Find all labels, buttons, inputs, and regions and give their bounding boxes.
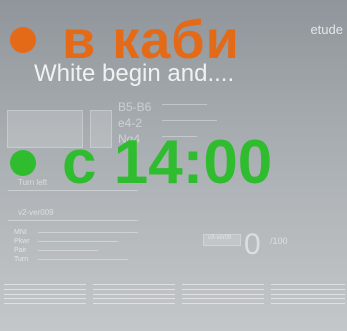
field-bar [38, 241, 118, 242]
field-bar [38, 250, 98, 251]
overlay-text-1: в каби [62, 10, 240, 70]
etude-label: etude [310, 22, 343, 37]
footer-columns [0, 284, 347, 304]
bullet-icon [10, 27, 36, 53]
score-value: 0 [244, 228, 261, 261]
score-max: /100 [270, 236, 288, 246]
field-bar [38, 259, 128, 260]
field-turn: Turn [14, 256, 29, 263]
overlay-line-1: в каби [10, 10, 240, 70]
footer-col [271, 284, 345, 304]
divider [8, 220, 138, 221]
bullet-icon [10, 150, 36, 176]
code-line [162, 120, 217, 121]
footer-col [93, 284, 175, 304]
overlay-text-2: с 14:00 [62, 128, 273, 197]
version-label: v2-ver009 [18, 208, 54, 217]
footer-col [182, 284, 264, 304]
footer-col [4, 284, 86, 304]
box-label: v3-ver09 [208, 235, 232, 241]
code-1: B5-B6 [118, 100, 152, 114]
overlay-line-2: с 14:00 [10, 128, 272, 198]
field-bar [38, 232, 138, 233]
code-line [162, 104, 207, 105]
field-pair: Pair [14, 247, 27, 254]
field-list: MNI Pkwr Pair Turn [14, 228, 30, 264]
box-label-chip: v3-ver09 [203, 234, 241, 246]
field-mni: MNI [14, 229, 27, 236]
field-pkwr: Pkwr [14, 238, 30, 245]
